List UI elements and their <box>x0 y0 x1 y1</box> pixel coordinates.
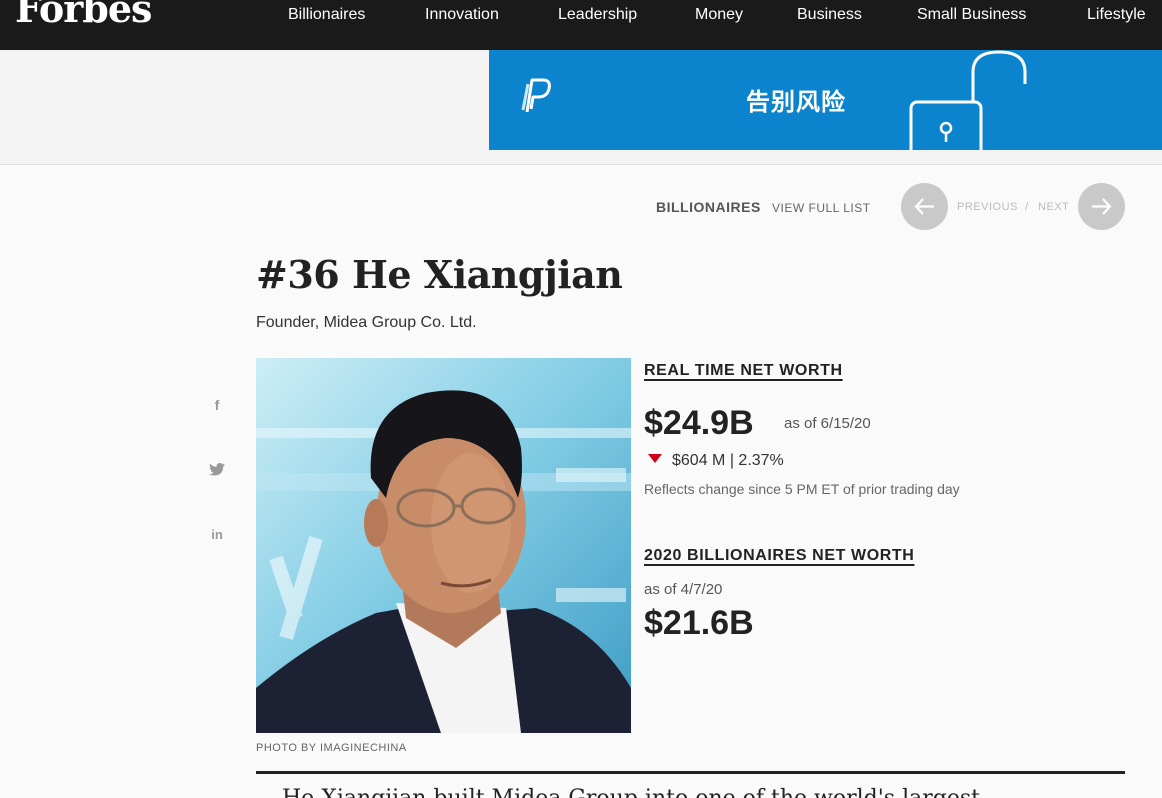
profile-subtitle: Founder, Midea Group Co. Ltd. <box>256 314 477 331</box>
top-navigation-bar: Forbes Billionaires Innovation Leadershi… <box>0 0 1162 50</box>
unlock-icon <box>909 50 1027 150</box>
nav-lifestyle[interactable]: Lifestyle <box>1087 6 1146 24</box>
profile-photo <box>256 358 631 733</box>
list-2020-net-worth-value: $21.6B <box>644 604 754 642</box>
facebook-share-icon[interactable]: f <box>208 397 226 413</box>
advertisement-banner[interactable]: 告别风险 <box>489 50 1162 150</box>
forbes-logo[interactable]: Forbes <box>15 0 152 31</box>
next-button[interactable] <box>1078 183 1125 230</box>
bio-text: He Xiangjian built Midea Group into one … <box>282 786 980 798</box>
linkedin-share-icon[interactable]: in <box>208 527 226 542</box>
ad-slogan: 告别风险 <box>746 88 846 116</box>
pager-separator: / <box>1025 201 1029 213</box>
page-title: #36 He Xiangjian <box>256 252 623 297</box>
list-2020-net-worth-heading[interactable]: 2020 BILLIONAIRES NET WORTH <box>644 547 914 565</box>
nav-leadership[interactable]: Leadership <box>558 6 637 24</box>
twitter-share-icon[interactable] <box>208 463 226 479</box>
nav-billionaires[interactable]: Billionaires <box>288 6 365 24</box>
section-divider <box>256 771 1125 774</box>
down-arrow-icon <box>648 454 662 463</box>
change-note: Reflects change since 5 PM ET of prior t… <box>644 481 960 497</box>
next-label[interactable]: NEXT <box>1038 201 1069 213</box>
photo-credit: PHOTO BY IMAGINECHINA <box>256 742 407 754</box>
nav-innovation[interactable]: Innovation <box>425 6 499 24</box>
realtime-net-worth-value: $24.9B <box>644 404 754 442</box>
nav-small-business[interactable]: Small Business <box>917 6 1026 24</box>
view-full-list-link[interactable]: VIEW FULL LIST <box>772 201 871 215</box>
net-worth-change: $604 M | 2.37% <box>648 452 784 470</box>
list-2020-as-of-date: as of 4/7/20 <box>644 581 723 598</box>
realtime-as-of-date: as of 6/15/20 <box>784 415 871 432</box>
previous-button[interactable] <box>901 183 948 230</box>
change-amount: $604 M | 2.37% <box>672 452 784 469</box>
arrow-right-icon <box>1092 198 1112 215</box>
realtime-net-worth-heading[interactable]: REAL TIME NET WORTH <box>644 362 843 380</box>
previous-label[interactable]: PREVIOUS <box>957 201 1018 213</box>
nav-money[interactable]: Money <box>695 6 743 24</box>
breadcrumb-billionaires[interactable]: BILLIONAIRES <box>656 199 761 215</box>
paypal-logo-icon <box>521 78 551 113</box>
arrow-left-icon <box>914 198 934 215</box>
nav-business[interactable]: Business <box>797 6 862 24</box>
